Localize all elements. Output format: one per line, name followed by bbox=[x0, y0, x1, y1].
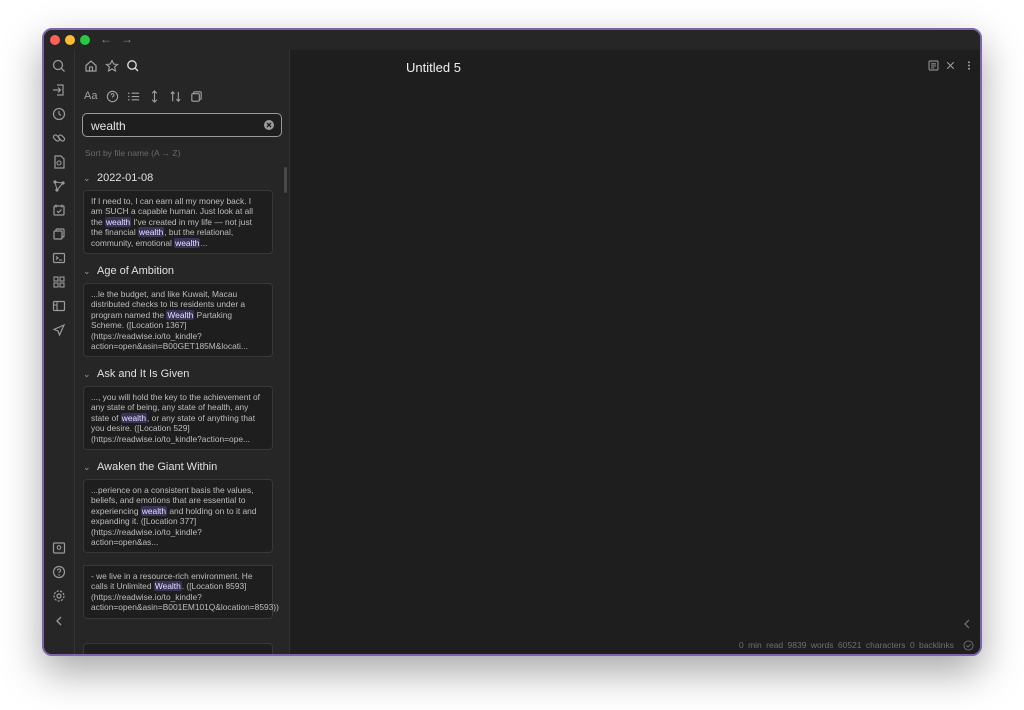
sort-icon[interactable] bbox=[168, 89, 183, 104]
match-highlight: wealth bbox=[104, 216, 132, 227]
chevron-down-icon[interactable]: ⌄ bbox=[83, 266, 97, 277]
more-options-icon[interactable] bbox=[966, 59, 972, 72]
result-file-title[interactable]: ⌄ Awaken the Giant Within bbox=[83, 461, 217, 473]
result-snippet[interactable]: ...perience on a consistent basis the va… bbox=[83, 479, 273, 554]
search-input-value[interactable]: wealth bbox=[91, 119, 126, 133]
terminal-icon[interactable] bbox=[51, 250, 67, 266]
search-results: ⌄ 2022-01-08 If I need to, I can earn all… bbox=[75, 164, 289, 654]
help-icon[interactable] bbox=[51, 564, 67, 580]
close-icon[interactable] bbox=[944, 59, 957, 72]
word-count: 9839 words bbox=[787, 640, 834, 650]
match-highlight: wealth bbox=[120, 412, 148, 423]
match-highlight: Wealth bbox=[166, 309, 195, 320]
settings-icon[interactable] bbox=[51, 588, 67, 604]
expand-right-sidebar-icon[interactable] bbox=[962, 618, 972, 630]
search-sidebar: Aa wealth Sort by file name (A → Z) ⌄ 202… bbox=[75, 50, 290, 654]
search-icon[interactable] bbox=[51, 58, 67, 74]
result-file-name[interactable]: 2022-01-08 bbox=[97, 172, 153, 184]
result-file-title[interactable]: ⌄ Age of Ambition bbox=[83, 265, 174, 277]
app-window: ← → Aa wealth Sort by file name (A → Z) … bbox=[42, 28, 982, 656]
result-snippet[interactable]: - we live in a resource-rich environment… bbox=[83, 565, 279, 619]
match-highlight: wealth bbox=[138, 227, 165, 238]
reading-view-icon[interactable] bbox=[927, 59, 940, 72]
open-file-icon[interactable] bbox=[51, 82, 67, 98]
result-file-name[interactable]: Age of Ambition bbox=[97, 265, 174, 277]
read-time: 0 min read bbox=[739, 640, 784, 650]
result-file-title[interactable]: ⌄ 2022-01-08 bbox=[83, 172, 153, 184]
send-icon[interactable] bbox=[51, 322, 67, 338]
file-search-icon[interactable] bbox=[51, 154, 67, 170]
collapse-icon[interactable] bbox=[51, 613, 67, 629]
graph-icon[interactable] bbox=[51, 178, 67, 194]
clock-icon[interactable] bbox=[51, 106, 67, 122]
minimize-window-button[interactable] bbox=[65, 35, 75, 45]
match-case-icon[interactable]: Aa bbox=[84, 90, 97, 102]
collapse-results-icon[interactable] bbox=[147, 89, 162, 104]
editor-pane: Untitled 5 0 min read 9839 words 60521 c… bbox=[290, 50, 980, 654]
copy-results-icon[interactable] bbox=[189, 89, 204, 104]
forward-arrow-icon[interactable]: → bbox=[121, 32, 133, 46]
match-highlight: wealth bbox=[174, 237, 201, 248]
results-scrollbar[interactable] bbox=[284, 167, 287, 193]
title-bar: ← → bbox=[44, 30, 980, 50]
search-tab-icon[interactable] bbox=[125, 58, 141, 74]
chevron-down-icon[interactable]: ⌄ bbox=[83, 462, 97, 473]
star-icon[interactable] bbox=[104, 58, 120, 74]
status-bar: 0 min read 9839 words 60521 characters 0… bbox=[739, 640, 954, 650]
grid-icon[interactable] bbox=[51, 274, 67, 290]
result-snippet[interactable]: ..., you will hold the key to the achiev… bbox=[83, 386, 273, 451]
character-count: 60521 characters bbox=[837, 640, 906, 650]
snippet-text: ... bbox=[200, 237, 208, 248]
layout-icon[interactable] bbox=[51, 298, 67, 314]
close-window-button[interactable] bbox=[50, 35, 60, 45]
result-file-name[interactable]: Awaken the Giant Within bbox=[97, 461, 217, 473]
link-icon[interactable] bbox=[51, 130, 67, 146]
back-arrow-icon[interactable]: ← bbox=[100, 32, 112, 46]
chevron-down-icon[interactable]: ⌄ bbox=[83, 173, 97, 184]
maximize-window-button[interactable] bbox=[80, 35, 90, 45]
result-snippet-partial[interactable] bbox=[83, 643, 273, 654]
result-file-title[interactable]: ⌄ Ask and It Is Given bbox=[83, 368, 189, 380]
search-input[interactable]: wealth bbox=[82, 113, 282, 137]
backlink-count[interactable]: 0 backlinks bbox=[910, 640, 954, 650]
copy-icon[interactable] bbox=[51, 226, 67, 242]
match-highlight: Wealth bbox=[153, 581, 182, 592]
result-file-name[interactable]: Ask and It Is Given bbox=[97, 368, 189, 380]
explain-query-icon[interactable] bbox=[105, 89, 120, 104]
vault-icon[interactable] bbox=[51, 540, 67, 556]
match-highlight: wealth bbox=[140, 505, 168, 516]
result-snippet[interactable]: If I need to, I can earn all my money ba… bbox=[83, 190, 273, 255]
sync-status-icon[interactable] bbox=[963, 640, 974, 651]
list-icon[interactable] bbox=[126, 89, 141, 104]
ribbon bbox=[44, 50, 75, 654]
document-title[interactable]: Untitled 5 bbox=[406, 60, 461, 75]
clear-search-icon[interactable] bbox=[263, 119, 275, 131]
home-icon[interactable] bbox=[83, 58, 99, 74]
sort-order-label[interactable]: Sort by file name (A → Z) bbox=[85, 148, 180, 158]
calendar-icon[interactable] bbox=[51, 202, 67, 218]
chevron-down-icon[interactable]: ⌄ bbox=[83, 369, 97, 380]
result-snippet[interactable]: ...le the budget, and like Kuwait, Macau… bbox=[83, 283, 273, 358]
